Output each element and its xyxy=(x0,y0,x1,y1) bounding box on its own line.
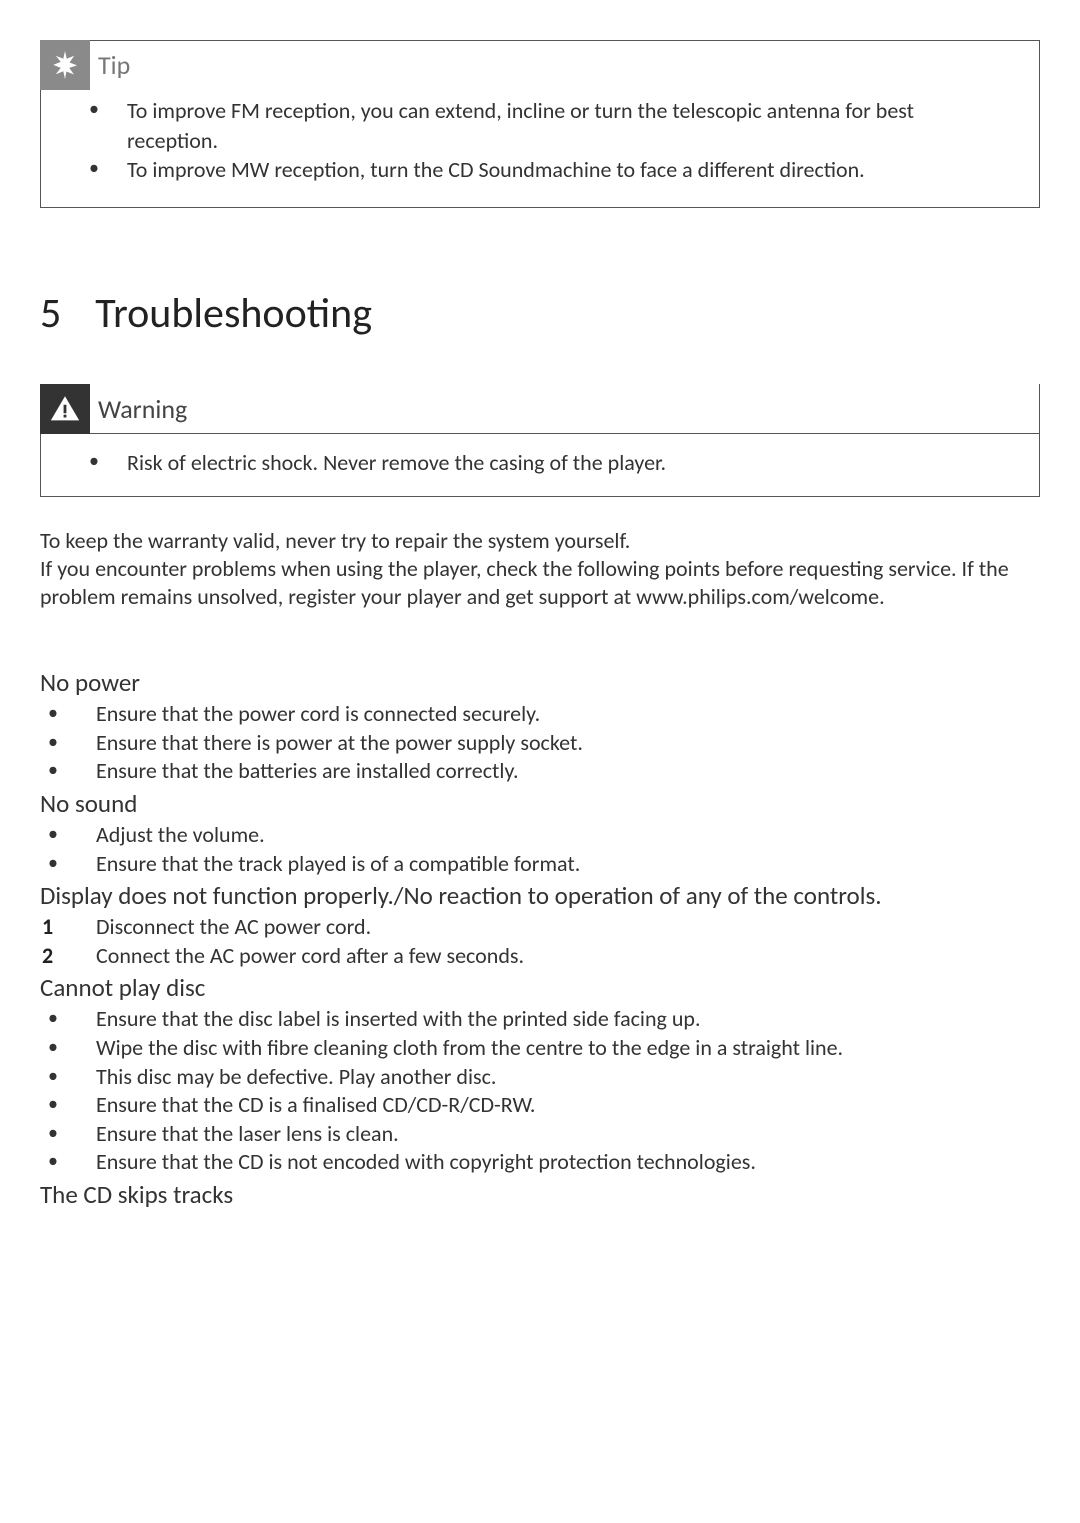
list-item: Ensure that the CD is not encoded with c… xyxy=(40,1148,1040,1177)
tip-list: To improve FM reception, you can extend,… xyxy=(41,96,1039,185)
warning-body: Risk of electric shock. Never remove the… xyxy=(41,433,1039,496)
list-item: Ensure that the track played is of a com… xyxy=(40,850,1040,879)
section-number: 5 xyxy=(40,288,61,339)
display-list: 1 Disconnect the AC power cord. 2 Connect … xyxy=(40,913,1040,970)
section-heading: 5 Troubleshooting xyxy=(40,288,1040,339)
list-item: Adjust the volume. xyxy=(40,821,1040,850)
list-item: To improve MW reception, turn the CD Sou… xyxy=(89,155,1009,185)
no-sound-list: Adjust the volume. Ensure that the track… xyxy=(40,821,1040,878)
subheading-cd-skips: The CD skips tracks xyxy=(40,1179,1040,1210)
step-number: 2 xyxy=(42,942,53,971)
warning-box: Warning Risk of electric shock. Never re… xyxy=(40,384,1040,497)
cannot-play-list: Ensure that the disc label is inserted w… xyxy=(40,1005,1040,1177)
warning-header: Warning xyxy=(40,384,1039,434)
no-power-list: Ensure that the power cord is connected … xyxy=(40,700,1040,786)
troubleshooting-sections: No power Ensure that the power cord is c… xyxy=(40,667,1040,1210)
list-item: 1 Disconnect the AC power cord. xyxy=(40,913,1040,942)
list-item: To improve FM reception, you can extend,… xyxy=(89,96,1009,155)
list-item: Ensure that there is power at the power … xyxy=(40,729,1040,758)
step-text: Connect the AC power cord after a few se… xyxy=(96,942,524,969)
list-item: Ensure that the laser lens is clean. xyxy=(40,1120,1040,1149)
tip-header: Tip xyxy=(40,40,1039,90)
tip-label: Tip xyxy=(98,49,130,81)
warning-list: Risk of electric shock. Never remove the… xyxy=(41,448,1039,478)
list-item: Ensure that the power cord is connected … xyxy=(40,700,1040,729)
list-item: Wipe the disc with fibre cleaning cloth … xyxy=(40,1034,1040,1063)
intro-paragraph: To keep the warranty valid, never try to… xyxy=(40,527,1020,611)
list-item: 2 Connect the AC power cord after a few s… xyxy=(40,942,1040,971)
subheading-cannot-play: Cannot play disc xyxy=(40,972,1040,1003)
step-number: 1 xyxy=(42,913,53,942)
list-item: Risk of electric shock. Never remove the… xyxy=(89,448,1009,478)
subheading-no-sound: No sound xyxy=(40,788,1040,819)
list-item: Ensure that the CD is a finalised CD/CD-… xyxy=(40,1091,1040,1120)
list-item: Ensure that the batteries are installed … xyxy=(40,757,1040,786)
warning-icon xyxy=(40,384,90,434)
list-item: Ensure that the disc label is inserted w… xyxy=(40,1005,1040,1034)
subheading-display: Display does not function properly./No r… xyxy=(40,880,1040,911)
asterisk-icon xyxy=(40,40,90,90)
tip-box: Tip To improve FM reception, you can ext… xyxy=(40,40,1040,208)
list-item: This disc may be defective. Play another… xyxy=(40,1063,1040,1092)
warning-label: Warning xyxy=(98,393,187,425)
section-title: Troubleshooting xyxy=(95,288,372,339)
tip-body: To improve FM reception, you can extend,… xyxy=(41,90,1039,207)
step-text: Disconnect the AC power cord. xyxy=(96,913,371,940)
subheading-no-power: No power xyxy=(40,667,1040,698)
